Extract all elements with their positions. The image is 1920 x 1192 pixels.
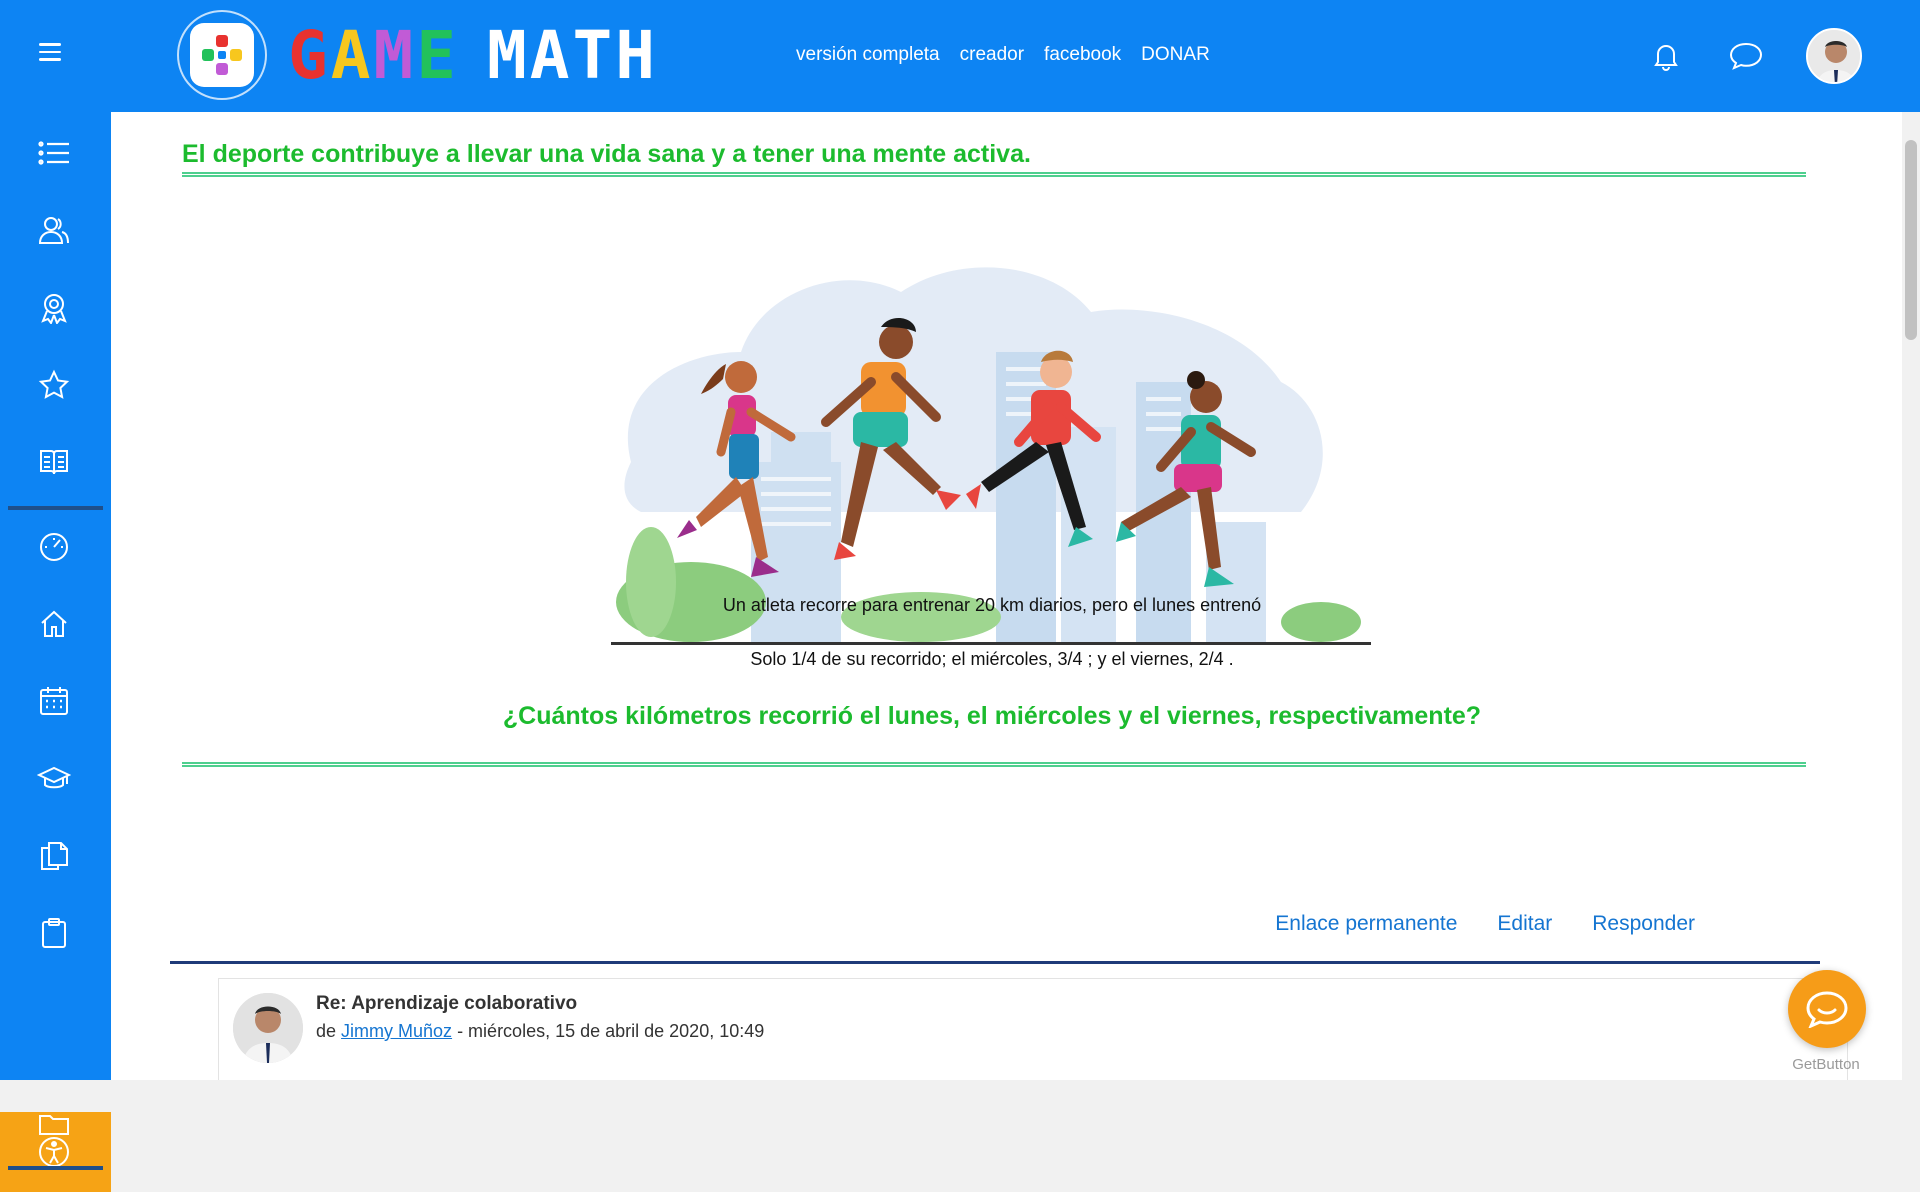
top-icons — [1646, 28, 1862, 84]
heading-divider — [182, 172, 1806, 177]
chat-icon[interactable] — [1726, 36, 1766, 76]
award-icon[interactable] — [34, 288, 74, 328]
question-divider — [182, 762, 1806, 767]
sidebar-divider — [8, 1166, 103, 1170]
problem-text-line-2: Solo 1/4 de su recorrido; el miércoles, … — [750, 649, 1234, 669]
list-icon[interactable] — [34, 133, 74, 173]
top-bar: GAME MATH versión completa creador faceb… — [0, 0, 1920, 112]
nav-full-version-link[interactable]: versión completa — [796, 44, 940, 66]
calendar-icon[interactable] — [34, 681, 74, 721]
reply-author-link[interactable]: Jimmy Muñoz — [341, 1021, 452, 1041]
post-divider — [170, 961, 1820, 964]
reply-author-avatar[interactable] — [233, 993, 303, 1063]
clipboard-icon[interactable] — [34, 913, 74, 953]
nav-facebook-link[interactable]: facebook — [1044, 44, 1121, 66]
permalink-link[interactable]: Enlace permanente — [1275, 912, 1457, 936]
nav-donate-link[interactable]: DONAR — [1141, 44, 1210, 66]
chat-widget-button[interactable] — [1788, 970, 1866, 1048]
home-icon[interactable] — [34, 604, 74, 644]
dashboard-icon[interactable] — [34, 526, 74, 566]
sidebar-divider — [8, 506, 103, 510]
reply-date: - miércoles, 15 de abril de 2020, 10:49 — [452, 1021, 765, 1041]
logo-math-text: MATH — [487, 16, 658, 94]
reply-by-prefix: de — [316, 1021, 337, 1041]
post-heading: El deporte contribuye a llevar una vida … — [182, 140, 1031, 168]
logo-wordmark[interactable]: GAME MATH — [288, 17, 658, 94]
users-icon[interactable] — [34, 210, 74, 250]
page-scrollbar[interactable] — [1902, 112, 1920, 1080]
chat-bubble-icon — [1806, 991, 1848, 1028]
problem-text-line-1: Un atleta recorre para entrenar 20 km di… — [722, 595, 1262, 615]
files-icon[interactable] — [34, 836, 74, 876]
graduation-cap-icon[interactable] — [34, 759, 74, 799]
user-avatar[interactable] — [1806, 28, 1862, 84]
bell-icon[interactable] — [1646, 36, 1686, 76]
reply-post: Re: Aprendizaje colaborativo de Jimmy Mu… — [218, 978, 1848, 1080]
reply-meta: de Jimmy Muñoz - miércoles, 15 de abril … — [316, 1021, 764, 1042]
menu-icon[interactable] — [30, 32, 70, 72]
sidebar-active-item[interactable] — [0, 1112, 111, 1192]
post-actions: Enlace permanente Editar Responder — [1275, 912, 1695, 936]
gamepad-logo-icon — [190, 23, 254, 87]
forum-post-panel: El deporte contribuye a llevar una vida … — [111, 112, 1853, 1080]
top-nav: versión completa creador facebook DONAR — [796, 44, 1210, 66]
reply-title: Re: Aprendizaje colaborativo — [316, 993, 578, 1014]
star-icon[interactable] — [34, 365, 74, 405]
scrollbar-thumb[interactable] — [1905, 140, 1917, 340]
nav-creator-link[interactable]: creador — [960, 44, 1024, 66]
main-content: El deporte contribuye a llevar una vida … — [111, 112, 1902, 1080]
reply-link[interactable]: Responder — [1592, 912, 1695, 936]
problem-question: ¿Cuántos kilómetros recorrió el lunes, e… — [502, 702, 1482, 730]
sidebar — [0, 112, 111, 1192]
edit-link[interactable]: Editar — [1497, 912, 1552, 936]
chat-widget-label: GetButton — [1792, 1056, 1860, 1073]
logo-badge[interactable] — [177, 10, 267, 100]
book-icon[interactable] — [34, 442, 74, 482]
